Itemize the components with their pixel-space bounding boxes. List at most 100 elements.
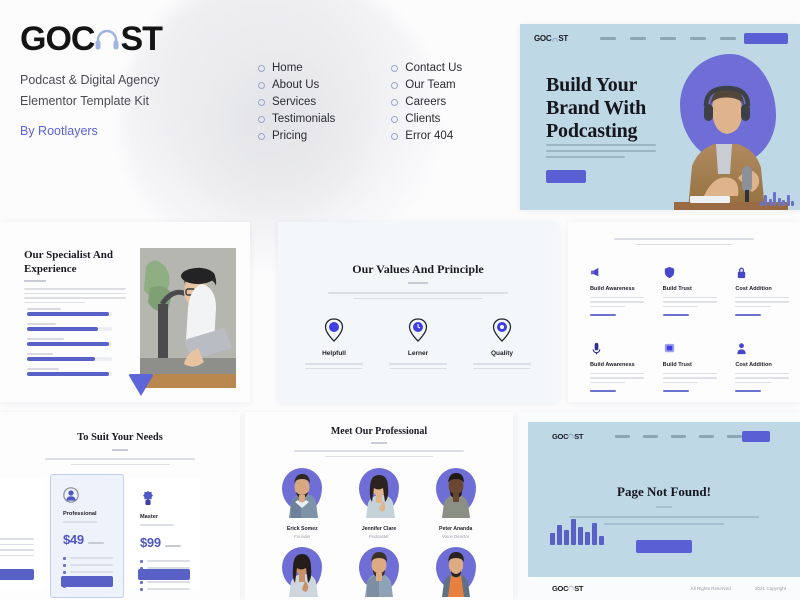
team-member-peter-ananda[interactable]: Peter Ananda Voice Director [426,468,485,539]
pricing-paragraph [45,458,195,469]
location-pin-clock-icon [408,318,428,342]
bullet-ring-icon [258,132,265,140]
service-title: Build Awareness [590,361,635,368]
pricing-subscribe-button[interactable] [61,576,113,587]
page-list-item-careers[interactable]: Careers [391,96,462,108]
error-404-nav-item[interactable] [699,435,715,438]
page-list-item-contact-us[interactable]: Contact Us [391,62,462,74]
error-404-nav-item[interactable] [727,435,743,438]
pricing-card-master[interactable]: Master $99 [128,478,200,591]
page-list-item-testimonials[interactable]: Testimonials [258,113,335,125]
skill-bar-fill [27,372,109,376]
service-read-more-link[interactable] [662,390,689,392]
error-404-nav[interactable] [615,435,743,438]
pricing-amount: $49 [63,532,123,547]
bullet-ring-icon [258,98,265,106]
team-member-pablo-aranda[interactable]: Pablo Aranda Sound Engineer [426,547,485,600]
values-panel[interactable]: Our Values And Principle Helpfull Lerner… [278,222,558,402]
skill-bar [27,368,112,376]
team-member-kristi-jimena[interactable]: Kristi Jimena Director [273,547,332,600]
pricing-plan-name: Master [140,514,159,520]
specialist-panel[interactable]: Our Specialist And Experience [0,222,250,402]
bullet-ring-icon [258,115,265,123]
service-read-more-link[interactable] [735,390,762,392]
values-item-quality[interactable]: Quality [460,318,544,372]
page-list-item-error-404[interactable]: Error 404 [391,130,462,142]
specialist-skill-list [27,308,112,383]
microphone-icon [590,342,603,355]
hero-preview-panel[interactable]: GOC ST Build Your Brand With Podcasting [520,24,800,210]
headphones-icon [552,36,558,42]
member-name: Jennifer Clare [361,526,397,532]
error-404-nav-item[interactable] [615,435,631,438]
error-404-header-cta-button[interactable] [742,431,770,442]
hero-header-cta-button[interactable] [744,33,788,44]
service-read-more-link[interactable] [590,314,616,316]
skill-bar-fill [27,357,95,361]
pricing-card-professional[interactable]: Professional $49 [50,474,124,598]
hero-nav-item[interactable] [689,37,706,40]
bullet-ring-icon [391,81,399,89]
service-card-build-awareness-2[interactable]: Build Awareness [590,342,649,392]
team-member-jennifer-clare-2[interactable]: Jennifer Clare Podcaster [350,547,409,600]
specialist-photo [140,248,236,388]
error-404-back-home-button[interactable] [636,540,692,553]
service-card-build-trust-2[interactable]: Build Trust [662,342,722,392]
member-name: Erick Somez [286,526,318,532]
team-panel[interactable]: Meet Our Professional Erick Somez Founde… [245,412,513,600]
team-member-jennifer-clare[interactable]: Jennifer Clare Podcaster [350,468,409,539]
member-photo [289,474,319,518]
values-item-lerner[interactable]: Lerner [376,318,460,372]
page-list-item-our-team[interactable]: Our Team [391,79,462,91]
pricing-panel[interactable]: To Suit Your Needs Professional $49 Mast… [0,412,240,600]
service-card-build-awareness[interactable]: Build Awareness [590,266,649,316]
member-photo [365,475,395,518]
footer-link-copyright[interactable]: 2021 Copyright [755,586,786,591]
skill-bar [27,323,112,331]
gear-person-icon [140,490,156,506]
member-photo [441,552,470,597]
service-card-cost-addition-2[interactable]: Cost Addition [735,342,794,392]
hero-nav-item[interactable] [629,37,646,40]
page-list-item-home[interactable]: Home [258,62,335,74]
service-card-cost-addition[interactable]: Cost Addition [735,266,794,316]
member-role: Founder [294,534,311,539]
pricing-card-partial-left[interactable] [0,478,44,590]
hero-cta-button[interactable] [546,170,586,183]
page-list-item-about-us[interactable]: About Us [258,79,335,91]
skill-bar [27,308,112,316]
logo-text-after: ST [120,20,162,58]
poster-canvas: GOC ST Podcast & Digital Agency Elemento… [0,0,800,600]
error-404-nav-item[interactable] [671,435,687,438]
service-read-more-link[interactable] [590,390,616,392]
error-404-panel[interactable]: GOC ST Page Not Found! GOC ST All Rights… [518,412,800,600]
hero-nav-item[interactable] [659,37,676,40]
person-badge-icon [63,487,79,503]
page-list-item-services[interactable]: Services [258,96,335,108]
hero-nav-item[interactable] [599,37,616,40]
member-photo [364,552,393,597]
service-read-more-link[interactable] [735,314,762,316]
values-heading: Our Values And Principle [352,262,484,276]
service-read-more-link[interactable] [662,314,689,316]
values-divider [408,282,428,284]
pricing-subscribe-button[interactable] [0,569,34,580]
bullet-ring-icon [391,132,399,140]
page-list-label: Clients [405,113,441,125]
values-item-helpfull[interactable]: Helpfull [292,318,376,372]
hero-nav[interactable] [599,37,736,40]
error-404-nav-item[interactable] [643,435,659,438]
pricing-subscribe-button[interactable] [138,569,190,580]
service-card-build-trust[interactable]: Build Trust [662,266,722,316]
page-list-item-clients[interactable]: Clients [391,113,462,125]
team-member-erick-somez[interactable]: Erick Somez Founder [273,468,332,539]
member-role: Voice Director [441,534,470,539]
specialist-divider [24,280,46,282]
specialist-paragraph [24,288,126,306]
page-list-item-pricing[interactable]: Pricing [258,130,335,142]
footer-link-rights[interactable]: All Rights Reserved [691,586,731,591]
hero-nav-item[interactable] [719,37,736,40]
services-panel[interactable]: Build Awareness Build Trust Cost Additio… [568,222,800,402]
bullet-ring-icon [258,81,265,89]
service-title: Cost Addition [735,361,772,368]
